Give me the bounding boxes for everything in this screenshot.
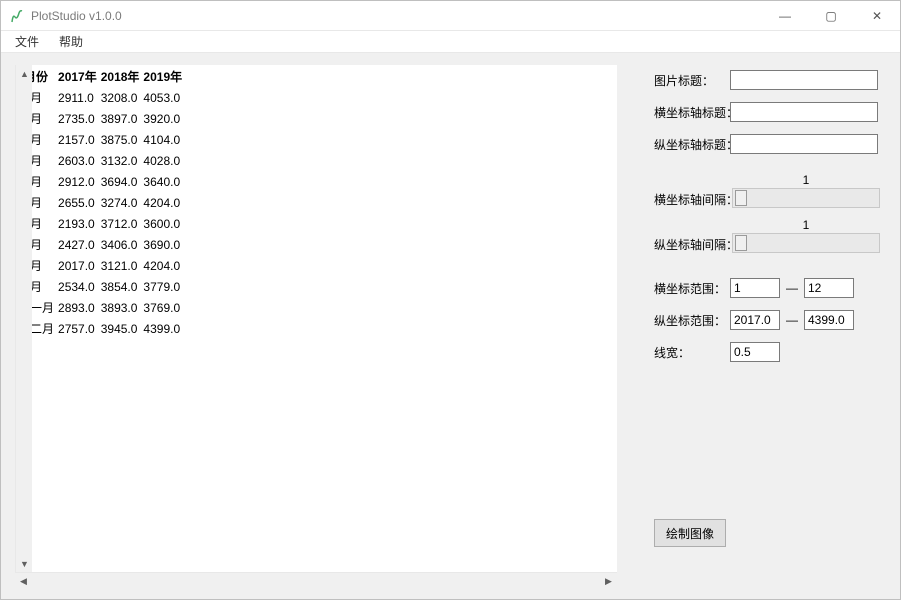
table-cell: 4399.0 [142, 319, 183, 338]
table-cell: 3779.0 [142, 277, 183, 296]
x-range-min-input[interactable] [730, 278, 780, 298]
table-row[interactable]: 三月2157.03875.04104.0 [17, 130, 183, 149]
y-interval-slider[interactable] [732, 233, 880, 253]
x-axis-title-label: 横坐标轴标题： [654, 104, 730, 121]
table-cell: 3893.0 [100, 298, 141, 317]
table-row[interactable]: 二月2735.03897.03920.0 [17, 109, 183, 128]
draw-button[interactable]: 绘制图像 [654, 519, 726, 547]
y-interval-label: 纵坐标轴间隔： [654, 236, 730, 253]
window-title: PlotStudio v1.0.0 [31, 9, 122, 23]
table-cell: 3854.0 [100, 277, 141, 296]
table-cell: 2017.0 [57, 256, 98, 275]
table-row[interactable]: 六月2655.03274.04204.0 [17, 193, 183, 212]
x-interval-value: 1 [803, 173, 810, 187]
scroll-up-icon[interactable]: ▲ [16, 65, 33, 82]
table-cell: 2911.0 [57, 88, 98, 107]
table-row[interactable]: 十月2534.03854.03779.0 [17, 277, 183, 296]
table-cell: 3945.0 [100, 319, 141, 338]
data-table: 月份2017年2018年2019年 一月2911.03208.04053.0二月… [15, 65, 185, 340]
table-cell: 3208.0 [100, 88, 141, 107]
app-window: PlotStudio v1.0.0 — ▢ ✕ 文件 帮助 月份2017年201… [0, 0, 901, 600]
settings-panel: 图片标题： 横坐标轴标题： 纵坐标轴标题： 横坐标轴间隔： 1 [640, 65, 890, 589]
y-range-label: 纵坐标范围： [654, 312, 730, 329]
table-cell: 3690.0 [142, 235, 183, 254]
table-cell: 3712.0 [100, 214, 141, 233]
menu-help[interactable]: 帮助 [51, 31, 91, 52]
y-axis-title-label: 纵坐标轴标题： [654, 136, 730, 153]
y-interval-slider-thumb[interactable] [735, 235, 747, 251]
table-row[interactable]: 八月2427.03406.03690.0 [17, 235, 183, 254]
table-cell: 2735.0 [57, 109, 98, 128]
table-cell: 3897.0 [100, 109, 141, 128]
linewidth-label: 线宽： [654, 344, 730, 361]
table-cell: 3694.0 [100, 172, 141, 191]
table-row[interactable]: 五月2912.03694.03640.0 [17, 172, 183, 191]
table-cell: 2157.0 [57, 130, 98, 149]
table-cell: 3875.0 [100, 130, 141, 149]
close-button[interactable]: ✕ [854, 1, 900, 31]
table-cell: 3769.0 [142, 298, 183, 317]
table-cell: 4204.0 [142, 256, 183, 275]
table-row[interactable]: 一月2911.03208.04053.0 [17, 88, 183, 107]
table-cell: 3920.0 [142, 109, 183, 128]
table-cell: 2427.0 [57, 235, 98, 254]
scroll-left-icon[interactable]: ◀ [15, 573, 32, 590]
table-cell: 2757.0 [57, 319, 98, 338]
table-cell: 2534.0 [57, 277, 98, 296]
table-cell: 2912.0 [57, 172, 98, 191]
vertical-scrollbar[interactable]: ▲ ▼ [15, 65, 32, 589]
table-cell: 2655.0 [57, 193, 98, 212]
chart-title-label: 图片标题： [654, 72, 730, 89]
maximize-button[interactable]: ▢ [808, 1, 854, 31]
table-cell: 3132.0 [100, 151, 141, 170]
y-interval-value: 1 [803, 218, 810, 232]
x-axis-title-input[interactable] [730, 102, 878, 122]
table-cell: 3121.0 [100, 256, 141, 275]
minimize-button[interactable]: — [762, 1, 808, 31]
scroll-down-icon[interactable]: ▼ [16, 555, 33, 572]
table-cell: 4053.0 [142, 88, 183, 107]
client-area: 月份2017年2018年2019年 一月2911.03208.04053.0二月… [1, 53, 900, 599]
scroll-corner [617, 572, 634, 589]
table-cell: 4028.0 [142, 151, 183, 170]
titlebar: PlotStudio v1.0.0 — ▢ ✕ [1, 1, 900, 31]
table-cell: 4104.0 [142, 130, 183, 149]
menubar: 文件 帮助 [1, 31, 900, 53]
table-cell: 2603.0 [57, 151, 98, 170]
table-header: 2019年 [142, 67, 183, 86]
x-range-label: 横坐标范围： [654, 280, 730, 297]
table-cell: 4204.0 [142, 193, 183, 212]
table-cell: 2193.0 [57, 214, 98, 233]
x-interval-slider[interactable] [732, 188, 880, 208]
x-interval-label: 横坐标轴间隔： [654, 191, 730, 208]
horizontal-scrollbar[interactable]: ◀ ▶ [15, 572, 617, 589]
table-cell: 3406.0 [100, 235, 141, 254]
table-container: 月份2017年2018年2019年 一月2911.03208.04053.0二月… [15, 65, 634, 589]
table-header: 2017年 [57, 67, 98, 86]
table-cell: 3640.0 [142, 172, 183, 191]
table-cell: 3274.0 [100, 193, 141, 212]
y-axis-title-input[interactable] [730, 134, 878, 154]
app-icon [9, 8, 25, 24]
x-range-max-input[interactable] [804, 278, 854, 298]
table-row[interactable]: 四月2603.03132.04028.0 [17, 151, 183, 170]
table-row[interactable]: 十一月2893.03893.03769.0 [17, 298, 183, 317]
menu-file[interactable]: 文件 [7, 31, 47, 52]
y-range-min-input[interactable] [730, 310, 780, 330]
y-range-dash: — [780, 313, 804, 327]
chart-title-input[interactable] [730, 70, 878, 90]
table-cell: 2893.0 [57, 298, 98, 317]
data-table-viewport: 月份2017年2018年2019年 一月2911.03208.04053.0二月… [15, 65, 617, 572]
y-range-max-input[interactable] [804, 310, 854, 330]
table-cell: 3600.0 [142, 214, 183, 233]
x-interval-slider-thumb[interactable] [735, 190, 747, 206]
x-range-dash: — [780, 281, 804, 295]
table-row[interactable]: 七月2193.03712.03600.0 [17, 214, 183, 233]
table-row[interactable]: 九月2017.03121.04204.0 [17, 256, 183, 275]
table-header: 2018年 [100, 67, 141, 86]
table-row[interactable]: 十二月2757.03945.04399.0 [17, 319, 183, 338]
linewidth-input[interactable] [730, 342, 780, 362]
scroll-right-icon[interactable]: ▶ [600, 573, 617, 590]
